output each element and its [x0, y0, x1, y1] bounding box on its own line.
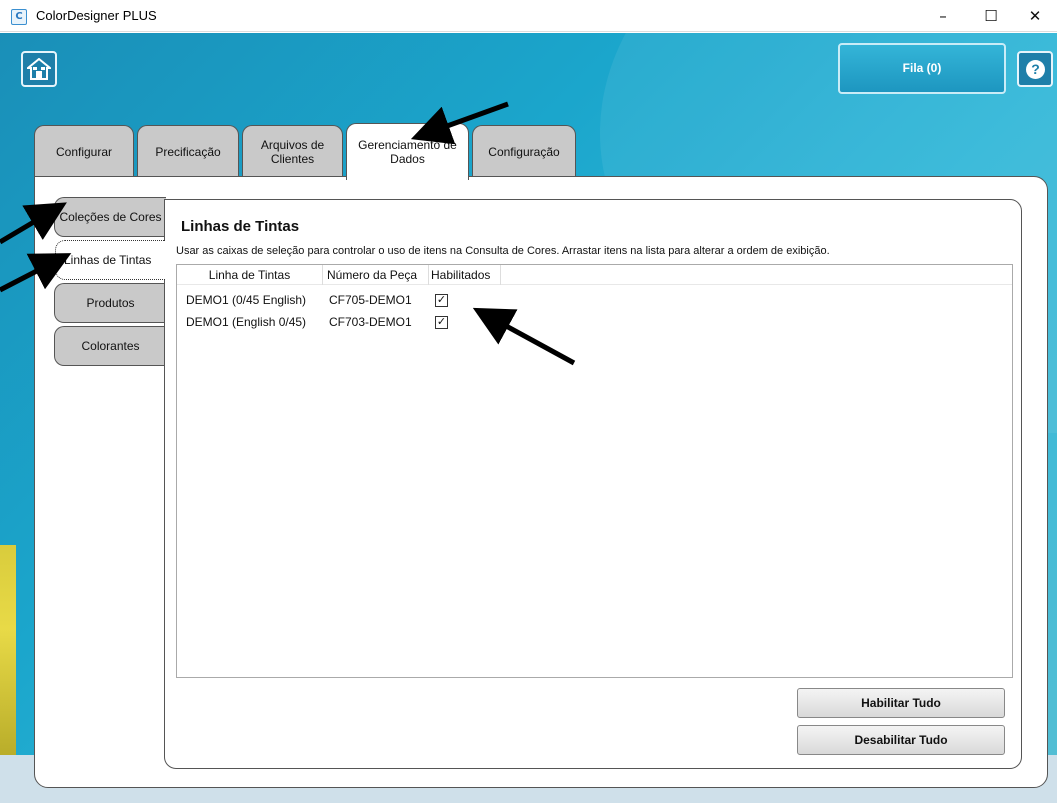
part-number: CF703-DEMO1	[329, 315, 412, 329]
tab-configuracao[interactable]: Configuração	[472, 125, 576, 178]
list-item[interactable]: DEMO1 (English 0/45) CF703-DEMO1 ✓	[177, 311, 1012, 333]
app-logo-icon: C	[11, 9, 27, 25]
column-header-linha-de-tintas[interactable]: Linha de Tintas	[177, 265, 323, 285]
home-icon	[25, 57, 53, 80]
paint-line-name: DEMO1 (English 0/45)	[186, 315, 307, 329]
window-title: ColorDesigner PLUS	[36, 8, 157, 23]
enabled-checkbox[interactable]: ✓	[435, 316, 448, 329]
home-button[interactable]	[21, 51, 57, 87]
minimize-button[interactable]: –	[920, 0, 966, 32]
paint-lines-list[interactable]: Linha de Tintas Número da Peça Habilitad…	[176, 264, 1013, 678]
disable-all-button[interactable]: Desabilitar Tudo	[797, 725, 1005, 755]
side-tab-produtos[interactable]: Produtos	[54, 283, 166, 323]
page-description: Usar as caixas de seleção para controlar…	[176, 245, 830, 257]
enable-all-button[interactable]: Habilitar Tudo	[797, 688, 1005, 718]
page-title: Linhas de Tintas	[181, 218, 300, 235]
part-number: CF705-DEMO1	[329, 293, 412, 307]
window-titlebar: C ColorDesigner PLUS – ☐ ✕	[0, 0, 1057, 32]
tab-configurar[interactable]: Configurar	[34, 125, 134, 178]
queue-button[interactable]: Fila (0)	[838, 43, 1006, 94]
maximize-button[interactable]: ☐	[968, 0, 1014, 32]
help-icon: ?	[1026, 60, 1045, 79]
list-header: Linha de Tintas Número da Peça Habilitad…	[177, 265, 1012, 285]
column-header-numero-da-peca[interactable]: Número da Peça	[323, 265, 429, 285]
side-tab-colorantes[interactable]: Colorantes	[54, 326, 166, 366]
paint-line-name: DEMO1 (0/45 English)	[186, 293, 307, 307]
help-button[interactable]: ?	[1017, 51, 1053, 87]
side-tab-linhas-de-tintas[interactable]: Linhas de Tintas	[55, 240, 165, 280]
side-tab-colecoes-de-cores[interactable]: Coleções de Cores	[54, 197, 166, 237]
column-header-habilitados[interactable]: Habilitados	[429, 265, 501, 285]
enabled-checkbox[interactable]: ✓	[435, 294, 448, 307]
tab-gerenciamento-de-dados[interactable]: Gerenciamento de Dados	[346, 123, 469, 180]
background-decoration-yellow	[0, 545, 16, 755]
tab-precificacao[interactable]: Precificação	[137, 125, 239, 178]
close-button[interactable]: ✕	[1012, 0, 1057, 32]
tab-arquivos-de-clientes[interactable]: Arquivos de Clientes	[242, 125, 343, 178]
list-item[interactable]: DEMO1 (0/45 English) CF705-DEMO1 ✓	[177, 289, 1012, 311]
